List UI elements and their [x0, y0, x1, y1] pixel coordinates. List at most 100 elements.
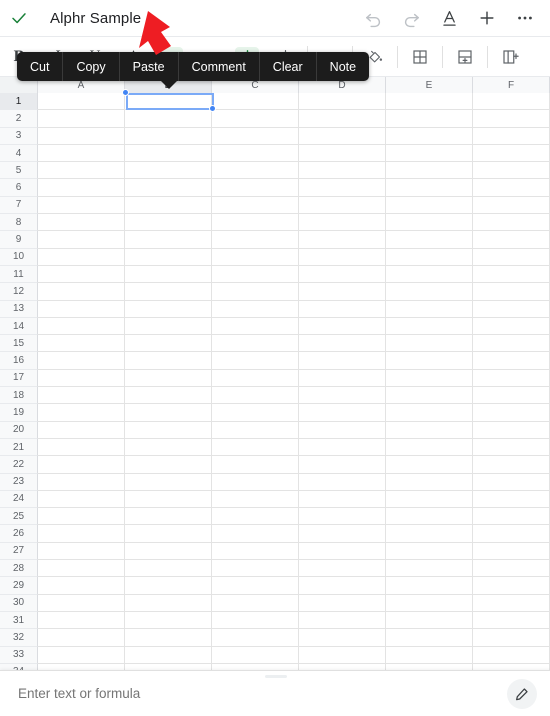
cell-E11[interactable]: [386, 265, 473, 284]
cell-E23[interactable]: [386, 473, 473, 491]
context-menu-clear[interactable]: Clear: [260, 52, 317, 81]
cell-B11[interactable]: [125, 265, 212, 284]
cell-C16[interactable]: [212, 352, 299, 370]
spreadsheet-grid[interactable]: ABCDEF 1 2 3 4 5 6 7 8 9 10 11 12 13 14 15 16 17 18 19 20 21…: [0, 77, 550, 670]
cell-F14[interactable]: [473, 317, 550, 336]
cell-C33[interactable]: [212, 646, 299, 664]
cell-D13[interactable]: [299, 300, 386, 318]
cell-B12[interactable]: [125, 283, 212, 301]
cell-B19[interactable]: [125, 404, 212, 422]
cell-A33[interactable]: [38, 646, 125, 664]
cell-C10[interactable]: [212, 248, 299, 266]
cell-D31[interactable]: [299, 611, 386, 630]
cell-A5[interactable]: [38, 162, 125, 180]
cell-F20[interactable]: [473, 421, 550, 439]
cell-D7[interactable]: [299, 196, 386, 215]
row-header-16[interactable]: 16: [0, 352, 38, 370]
cell-C8[interactable]: [212, 214, 299, 232]
row-header-32[interactable]: 32: [0, 629, 38, 647]
text-format-icon[interactable]: [430, 0, 468, 37]
cell-A17[interactable]: [38, 369, 125, 388]
cell-E32[interactable]: [386, 629, 473, 647]
row-header-3[interactable]: 3: [0, 127, 38, 145]
cell-C14[interactable]: [212, 317, 299, 336]
cell-F4[interactable]: [473, 144, 550, 163]
add-icon[interactable]: [468, 0, 506, 37]
cell-E13[interactable]: [386, 300, 473, 318]
cell-D4[interactable]: [299, 144, 386, 163]
row-header-20[interactable]: 20: [0, 421, 38, 439]
cell-D1[interactable]: [299, 93, 386, 111]
cell-E33[interactable]: [386, 646, 473, 664]
cell-E9[interactable]: [386, 231, 473, 249]
context-menu-copy[interactable]: Copy: [63, 52, 120, 81]
cell-F3[interactable]: [473, 127, 550, 145]
row-header-1[interactable]: 1: [0, 93, 38, 111]
cell-A18[interactable]: [38, 387, 125, 405]
cell-B14[interactable]: [125, 317, 212, 336]
cell-B1[interactable]: [125, 93, 212, 111]
cell-B4[interactable]: [125, 144, 212, 163]
cell-F15[interactable]: [473, 335, 550, 353]
cell-B3[interactable]: [125, 127, 212, 145]
selection-handle-top-left[interactable]: [122, 89, 129, 96]
row-header-15[interactable]: 15: [0, 335, 38, 353]
cell-F7[interactable]: [473, 196, 550, 215]
cell-C4[interactable]: [212, 144, 299, 163]
cell-E8[interactable]: [386, 214, 473, 232]
cell-F25[interactable]: [473, 508, 550, 526]
cell-C11[interactable]: [212, 265, 299, 284]
cell-A23[interactable]: [38, 473, 125, 491]
cell-C26[interactable]: [212, 525, 299, 543]
cell-D6[interactable]: [299, 179, 386, 197]
cell-B20[interactable]: [125, 421, 212, 439]
row-header-7[interactable]: 7: [0, 196, 38, 215]
cell-B10[interactable]: [125, 248, 212, 266]
row-header-24[interactable]: 24: [0, 490, 38, 509]
cell-A11[interactable]: [38, 265, 125, 284]
cell-C31[interactable]: [212, 611, 299, 630]
cell-F33[interactable]: [473, 646, 550, 664]
cell-C19[interactable]: [212, 404, 299, 422]
accept-checkmark-icon[interactable]: [0, 0, 38, 37]
cell-A14[interactable]: [38, 317, 125, 336]
cell-D25[interactable]: [299, 508, 386, 526]
cell-A20[interactable]: [38, 421, 125, 439]
cell-E5[interactable]: [386, 162, 473, 180]
row-header-4[interactable]: 4: [0, 144, 38, 163]
cell-C17[interactable]: [212, 369, 299, 388]
cell-F28[interactable]: [473, 560, 550, 578]
cell-F13[interactable]: [473, 300, 550, 318]
freeze-columns-icon[interactable]: [491, 37, 529, 76]
row-header-30[interactable]: 30: [0, 594, 38, 612]
cell-E3[interactable]: [386, 127, 473, 145]
row-header-23[interactable]: 23: [0, 473, 38, 491]
row-header-21[interactable]: 21: [0, 438, 38, 457]
cell-E16[interactable]: [386, 352, 473, 370]
cell-D29[interactable]: [299, 577, 386, 595]
cell-F29[interactable]: [473, 577, 550, 595]
cell-D5[interactable]: [299, 162, 386, 180]
cell-A10[interactable]: [38, 248, 125, 266]
cell-B15[interactable]: [125, 335, 212, 353]
cell-E26[interactable]: [386, 525, 473, 543]
cell-D3[interactable]: [299, 127, 386, 145]
cell-F5[interactable]: [473, 162, 550, 180]
cell-B9[interactable]: [125, 231, 212, 249]
cell-E18[interactable]: [386, 387, 473, 405]
cell-E30[interactable]: [386, 594, 473, 612]
row-header-2[interactable]: 2: [0, 110, 38, 128]
cell-A27[interactable]: [38, 542, 125, 561]
cell-B25[interactable]: [125, 508, 212, 526]
cell-D22[interactable]: [299, 456, 386, 474]
cell-B7[interactable]: [125, 196, 212, 215]
row-header-33[interactable]: 33: [0, 646, 38, 664]
cell-E7[interactable]: [386, 196, 473, 215]
cell-A3[interactable]: [38, 127, 125, 145]
row-header-14[interactable]: 14: [0, 317, 38, 336]
cell-F31[interactable]: [473, 611, 550, 630]
cell-F16[interactable]: [473, 352, 550, 370]
cell-C12[interactable]: [212, 283, 299, 301]
cell-B31[interactable]: [125, 611, 212, 630]
cell-B33[interactable]: [125, 646, 212, 664]
